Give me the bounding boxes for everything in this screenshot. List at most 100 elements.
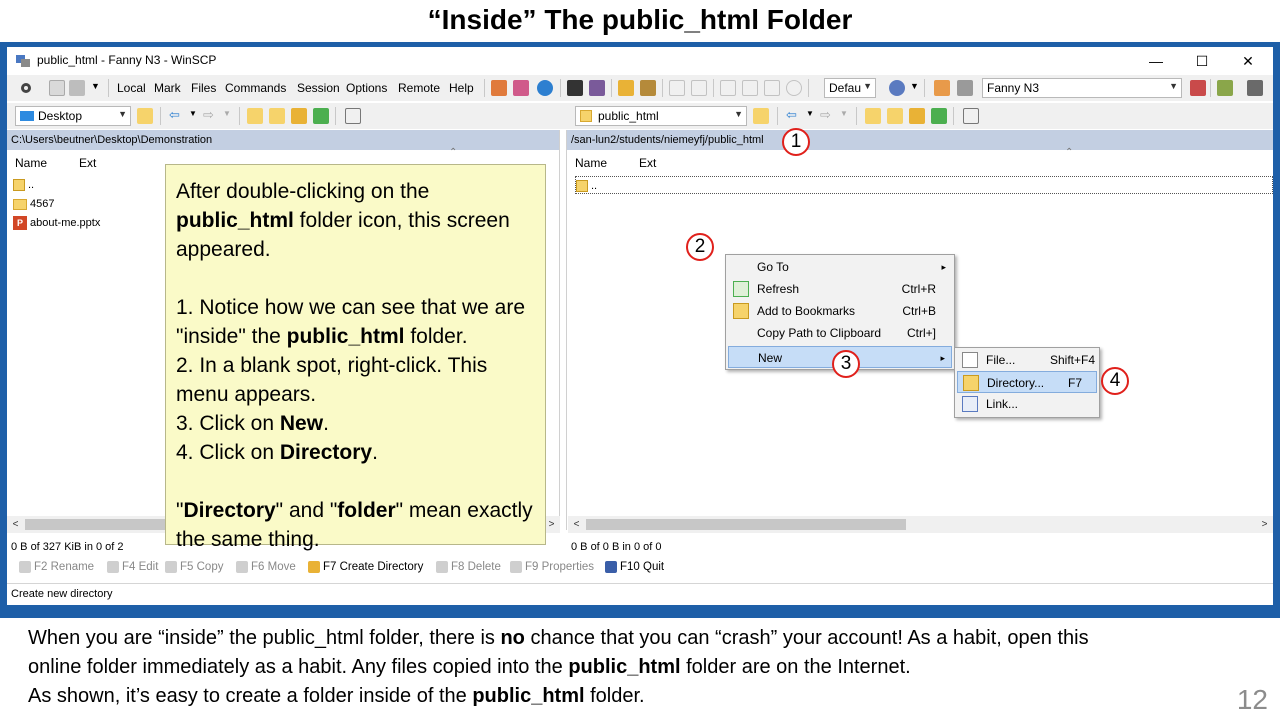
properties-button[interactable]: F9 Properties <box>510 561 594 573</box>
tree-view-icon[interactable] <box>345 108 361 124</box>
open-folder-icon[interactable] <box>753 108 769 124</box>
quit-button[interactable]: F10 Quit <box>605 561 664 573</box>
forward-icon[interactable]: ⇨ <box>203 107 214 123</box>
scrollbar-thumb[interactable] <box>586 519 906 530</box>
minimize-button[interactable]: — <box>1133 47 1179 75</box>
maximize-button[interactable]: ☐ <box>1179 47 1225 75</box>
callout-intro: After double-clicking on the public_html… <box>176 180 510 261</box>
list-item[interactable]: 4567 <box>13 195 54 213</box>
column-header-name[interactable]: Name <box>575 156 607 170</box>
chevron-down-icon[interactable]: ▼ <box>840 109 848 118</box>
menu-mark[interactable]: Mark <box>154 81 181 95</box>
navigation-toolbar: Desktop ▼ ⇦ ▼ ⇨ ▼ public_html ▼ ⇦ ▼ ⇨ ▼ <box>7 103 1273 129</box>
home-directory-icon[interactable] <box>909 108 925 124</box>
home-directory-icon[interactable] <box>291 108 307 124</box>
menu-commands[interactable]: Commands <box>225 81 286 95</box>
plus-icon[interactable] <box>669 80 685 96</box>
chevron-down-icon[interactable]: ▼ <box>91 81 100 91</box>
sort-chevron-icon: ⌃ <box>449 147 458 158</box>
tree-view-icon[interactable] <box>963 108 979 124</box>
root-directory-icon[interactable] <box>269 108 285 124</box>
menu-item-new-directory[interactable]: Directory... F7 <box>957 371 1097 393</box>
menu-item-refresh[interactable]: Refresh Ctrl+R <box>728 278 952 300</box>
chevron-down-icon[interactable]: ▼ <box>910 81 919 91</box>
select-icon[interactable] <box>742 80 758 96</box>
close-button[interactable]: ✕ <box>1225 47 1271 75</box>
menu-shortcut: F7 <box>1067 376 1082 390</box>
right-location-combo[interactable]: public_html ▼ <box>575 106 747 126</box>
remote-path-bar[interactable]: /san-lun2/students/niemeyfj/public_html <box>567 130 1273 150</box>
disconnect-icon[interactable] <box>1190 80 1206 96</box>
open-folder-icon[interactable] <box>137 108 153 124</box>
menu-item-go-to[interactable]: Go To ▸ <box>728 256 952 278</box>
left-location-combo[interactable]: Desktop ▼ <box>15 106 131 126</box>
move-button[interactable]: F6 Move <box>236 561 296 573</box>
minus-icon[interactable] <box>691 80 707 96</box>
sites-icon[interactable] <box>957 80 973 96</box>
chevron-down-icon[interactable]: ▼ <box>223 109 231 118</box>
parent-directory-icon[interactable] <box>247 108 263 124</box>
scroll-left-icon[interactable]: < <box>7 516 24 533</box>
rename-button[interactable]: F2 Rename <box>19 561 94 573</box>
refresh-icon[interactable] <box>931 108 947 124</box>
menu-help[interactable]: Help <box>449 81 474 95</box>
transfer-settings-combo[interactable]: Defau ▼ <box>824 78 876 98</box>
column-header-ext[interactable]: Ext <box>79 156 96 170</box>
refresh-icon[interactable] <box>537 80 553 96</box>
reload-icon[interactable] <box>786 80 802 96</box>
root-directory-icon[interactable] <box>887 108 903 124</box>
upload-icon[interactable] <box>491 80 507 96</box>
compare-icon[interactable] <box>618 80 634 96</box>
copy-button[interactable]: F5 Copy <box>165 561 223 573</box>
menu-local[interactable]: Local <box>117 81 146 95</box>
delete-button[interactable]: F8 Delete <box>436 561 501 573</box>
menu-item-add-bookmark[interactable]: Add to Bookmarks Ctrl+B <box>728 300 952 322</box>
queue-icon[interactable] <box>49 80 65 96</box>
find-icon[interactable] <box>640 80 656 96</box>
chevron-down-icon[interactable]: ▼ <box>806 109 814 118</box>
list-item[interactable]: Pabout-me.pptx <box>13 214 100 232</box>
scroll-right-icon[interactable]: > <box>1256 516 1273 533</box>
terminal-icon[interactable] <box>567 80 583 96</box>
save-workspace-icon[interactable] <box>1247 80 1263 96</box>
local-path-bar[interactable]: C:\Users\beutner\Desktop\Demonstration <box>7 130 559 150</box>
edit-button[interactable]: F4 Edit <box>107 561 158 573</box>
list-item[interactable]: .. <box>13 176 34 194</box>
column-header-name[interactable]: Name <box>15 156 47 170</box>
menu-item-label: Copy Path to Clipboard <box>757 326 882 340</box>
forward-icon[interactable]: ⇨ <box>820 107 831 123</box>
menu-session[interactable]: Session <box>297 81 340 95</box>
transfer-settings-value: Defau <box>829 81 862 95</box>
scrollbar-thumb[interactable] <box>25 519 165 530</box>
callout-note: "Directory" and "folder" mean exactly th… <box>176 499 533 551</box>
preferences-icon[interactable] <box>889 80 905 96</box>
menu-item-copy-path[interactable]: Copy Path to Clipboard Ctrl+] <box>728 322 952 344</box>
menu-remote[interactable]: Remote <box>398 81 440 95</box>
putty-icon[interactable] <box>589 80 605 96</box>
menu-files[interactable]: Files <box>191 81 216 95</box>
new-session-icon[interactable] <box>934 80 950 96</box>
menu-options[interactable]: Options <box>346 81 387 95</box>
remote-horizontal-scrollbar[interactable]: < > <box>568 516 1273 533</box>
sync-browse-icon[interactable] <box>69 80 85 96</box>
move-label: F6 Move <box>251 561 296 574</box>
refresh-icon[interactable] <box>313 108 329 124</box>
filter-icon[interactable] <box>720 80 736 96</box>
layout-icon[interactable] <box>1217 80 1233 96</box>
scroll-left-icon[interactable]: < <box>568 516 585 533</box>
file-name: .. <box>28 179 35 191</box>
menu-item-new-link[interactable]: Link... <box>957 393 1097 415</box>
column-header-ext[interactable]: Ext <box>639 156 656 170</box>
list-item[interactable]: .. <box>575 176 1273 194</box>
step-badge-2: 2 <box>686 233 714 261</box>
gear-icon[interactable] <box>18 80 34 96</box>
back-icon[interactable]: ⇦ <box>786 107 797 123</box>
chevron-down-icon[interactable]: ▼ <box>189 109 197 118</box>
session-combo[interactable]: Fanny N3 ▼ <box>982 78 1182 98</box>
parent-directory-icon[interactable] <box>865 108 881 124</box>
transfer-icon[interactable] <box>513 80 529 96</box>
back-icon[interactable]: ⇦ <box>169 107 180 123</box>
menu-item-new-file[interactable]: File... Shift+F4 <box>957 349 1097 371</box>
create-directory-button[interactable]: F7 Create Directory <box>308 561 423 573</box>
clear-selection-icon[interactable] <box>764 80 780 96</box>
